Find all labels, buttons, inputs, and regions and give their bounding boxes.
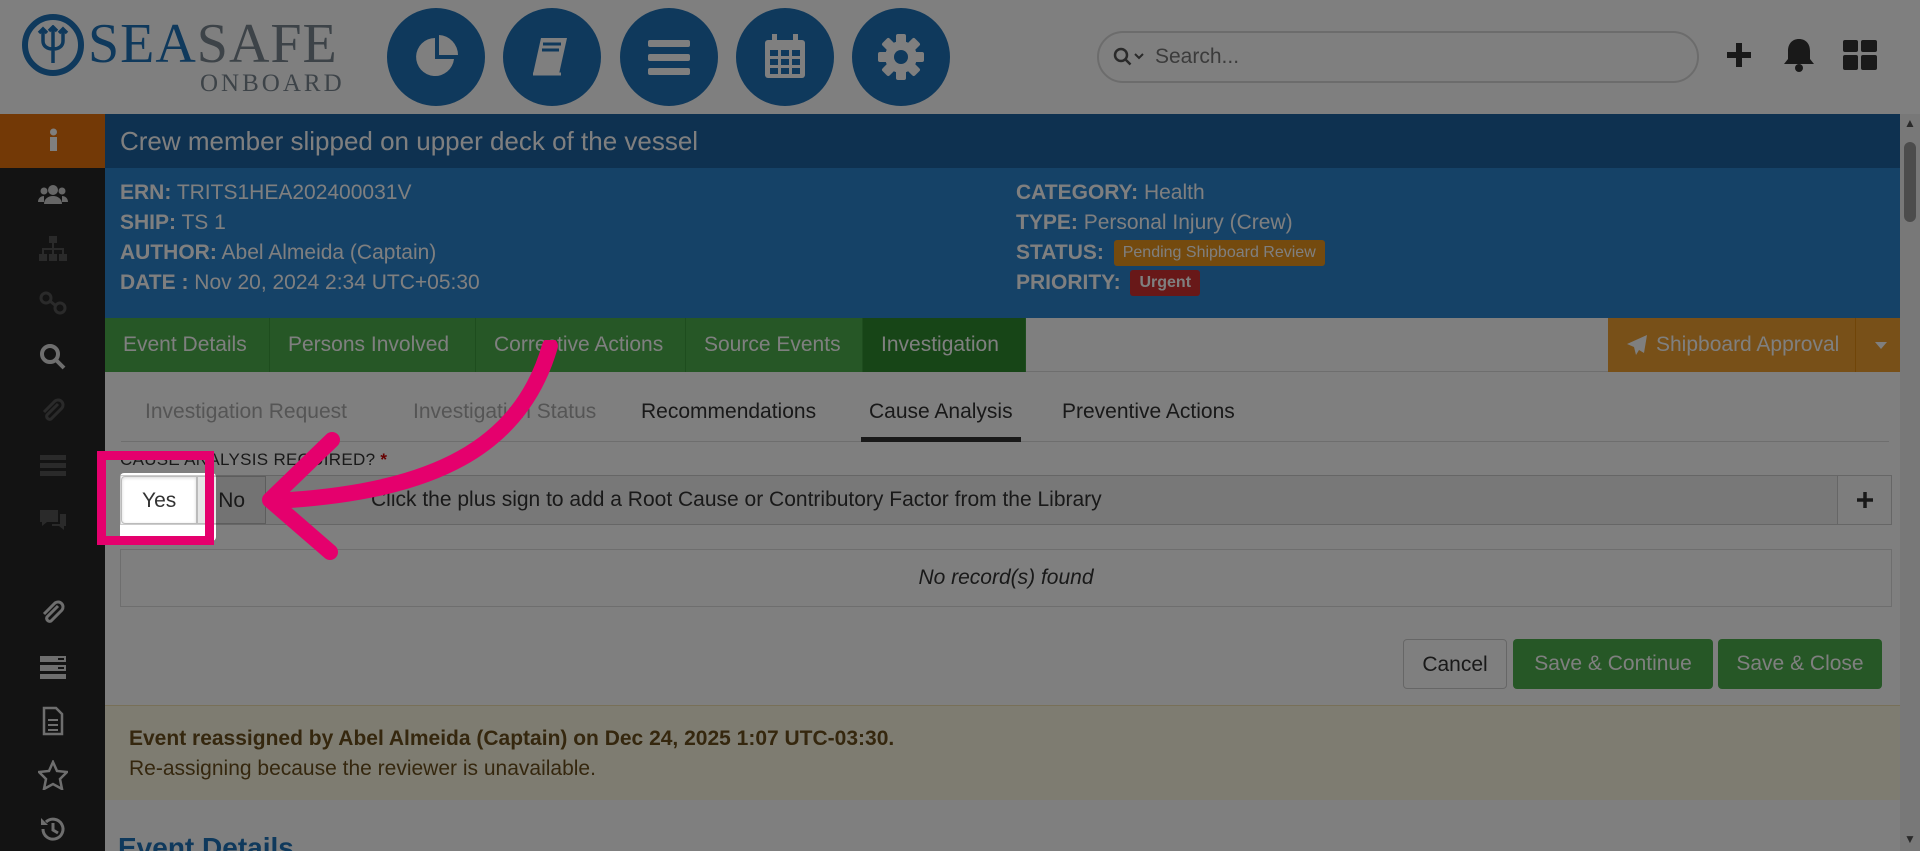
tab-investigation[interactable]: Investigation xyxy=(863,318,1026,372)
sidebar-item-org[interactable] xyxy=(0,222,105,276)
list-icon xyxy=(39,455,66,476)
brand-onboard: ONBOARD xyxy=(200,70,345,97)
scroll-up-arrow[interactable]: ▲ xyxy=(1900,116,1920,132)
sidebar-item-persons[interactable] xyxy=(0,168,105,222)
comments-icon xyxy=(39,510,66,530)
priority-badge: Urgent xyxy=(1130,270,1201,297)
calendar-icon xyxy=(765,34,805,78)
sidebar-item-list[interactable] xyxy=(0,438,105,492)
notifications-button[interactable] xyxy=(1779,35,1819,75)
type-value: Personal Injury (Crew) xyxy=(1083,211,1293,234)
global-search[interactable]: Search... xyxy=(1097,31,1699,83)
calendar-button[interactable] xyxy=(736,8,834,106)
author-label: AUTHOR: xyxy=(120,241,217,264)
star-icon xyxy=(37,760,68,790)
pointer-arrow-icon xyxy=(262,340,558,560)
approval-dropdown-toggle[interactable] xyxy=(1855,318,1905,372)
history-icon xyxy=(40,817,64,841)
sidebar-item-history[interactable] xyxy=(0,802,105,851)
gear-icon xyxy=(878,34,924,80)
subtab-recommendations[interactable]: Recommendations xyxy=(633,372,824,442)
status-label: STATUS: xyxy=(1016,241,1104,264)
priority-label: PRIORITY: xyxy=(1016,271,1121,294)
event-info-right: CATEGORY: Health TYPE: Personal Injury (… xyxy=(1016,178,1325,298)
event-title: Crew member slipped on upper deck of the… xyxy=(105,114,1905,168)
book-icon xyxy=(533,38,567,76)
apps-button[interactable] xyxy=(1840,35,1880,75)
category-label: CATEGORY: xyxy=(1016,181,1139,204)
search-input[interactable]: Search... xyxy=(1155,45,1239,69)
add-button[interactable] xyxy=(1719,35,1759,75)
author-value: Abel Almeida (Captain) xyxy=(221,241,437,264)
search-icon xyxy=(1113,47,1144,66)
save-continue-button[interactable]: Save & Continue xyxy=(1513,639,1713,689)
ern-label: ERN: xyxy=(120,181,172,204)
sidebar xyxy=(0,114,105,851)
tab-source-events[interactable]: Source Events xyxy=(686,318,863,372)
sitemap-icon xyxy=(38,236,67,261)
top-bar: SEASAFE ONBOARD Search... xyxy=(0,0,1920,114)
link-icon xyxy=(39,291,66,315)
date-value: Nov 20, 2024 2:34 UTC+05:30 xyxy=(194,271,480,294)
info-icon xyxy=(49,128,57,151)
tab-event-details[interactable]: Event Details xyxy=(105,318,270,372)
sidebar-item-documents[interactable] xyxy=(0,694,105,748)
trident-icon xyxy=(22,14,84,76)
caret-down-icon xyxy=(1874,342,1887,349)
save-close-button[interactable]: Save & Close xyxy=(1718,639,1882,689)
category-value: Health xyxy=(1143,181,1205,204)
sidebar-item-info[interactable] xyxy=(0,114,105,168)
subtab-preventive-actions[interactable]: Preventive Actions xyxy=(1054,372,1243,442)
document-icon xyxy=(42,706,63,736)
reassignment-notice: Event reassigned by Abel Almeida (Captai… xyxy=(105,705,1905,800)
library-button[interactable] xyxy=(503,8,601,106)
highlight-box xyxy=(97,451,214,545)
search-icon xyxy=(39,344,65,370)
paper-plane-icon xyxy=(1627,335,1647,355)
forms-icon xyxy=(39,656,66,679)
shipboard-approval-label: Shipboard Approval xyxy=(1656,333,1840,356)
paperclip-icon xyxy=(42,398,64,421)
seasafe-logo[interactable]: SEASAFE ONBOARD xyxy=(20,12,350,97)
ship-label: SHIP: xyxy=(120,211,177,234)
scroll-down-arrow[interactable]: ▼ xyxy=(1900,832,1920,848)
paperclip-icon xyxy=(42,600,64,623)
sidebar-item-attachments[interactable] xyxy=(0,586,105,640)
cancel-button[interactable]: Cancel xyxy=(1403,639,1507,689)
brand-sea: SEA xyxy=(88,13,197,75)
notice-body: Re-assigning because the reviewer is una… xyxy=(129,757,596,780)
dashboard-button[interactable] xyxy=(387,8,485,106)
event-info-left: ERN: TRITS1HEA202400031V SHIP: TS 1 AUTH… xyxy=(120,178,480,298)
plus-icon xyxy=(1856,492,1873,508)
sidebar-item-links[interactable] xyxy=(0,276,105,330)
page-scrollbar[interactable]: ▲ ▼ xyxy=(1900,114,1920,851)
menu-button[interactable] xyxy=(620,8,718,106)
sidebar-item-forms[interactable] xyxy=(0,640,105,694)
scrollbar-thumb[interactable] xyxy=(1904,142,1916,222)
sidebar-item-favorites[interactable] xyxy=(0,748,105,802)
date-label: DATE : xyxy=(120,271,189,294)
grid-icon xyxy=(1843,40,1877,70)
settings-button[interactable] xyxy=(852,8,950,106)
users-icon xyxy=(37,185,68,204)
notice-title: Event reassigned by Abel Almeida (Captai… xyxy=(129,727,895,750)
sidebar-item-search[interactable] xyxy=(0,330,105,384)
add-cause-button[interactable] xyxy=(1837,476,1891,524)
plus-icon xyxy=(1727,43,1751,67)
pie-chart-icon xyxy=(416,35,458,76)
status-badge: Pending Shipboard Review xyxy=(1113,240,1325,267)
menu-icon xyxy=(648,40,690,75)
bell-icon xyxy=(1784,39,1814,72)
ship-value: TS 1 xyxy=(181,211,226,234)
event-details-heading: Event Details xyxy=(118,832,294,851)
brand-safe: SAFE xyxy=(196,13,338,75)
shipboard-approval-button[interactable]: Shipboard Approval xyxy=(1608,318,1905,372)
sidebar-item-attachments-dim[interactable] xyxy=(0,384,105,438)
ern-value: TRITS1HEA202400031V xyxy=(176,181,412,204)
sidebar-item-comments[interactable] xyxy=(0,492,105,546)
event-info-panel: ERN: TRITS1HEA202400031V SHIP: TS 1 AUTH… xyxy=(105,168,1905,318)
type-label: TYPE: xyxy=(1016,211,1078,234)
subtab-cause-analysis[interactable]: Cause Analysis xyxy=(861,372,1021,442)
